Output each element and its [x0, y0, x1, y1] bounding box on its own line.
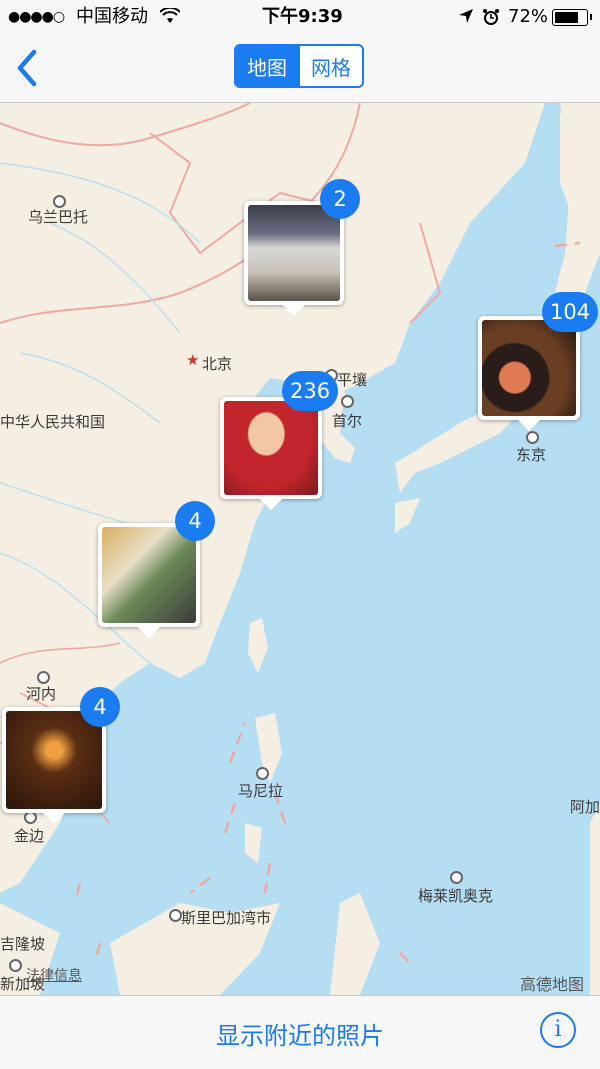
- city-dot: [341, 395, 354, 408]
- status-bar: ●●●●○ 中国移动 下午9:39 72%: [0, 0, 600, 34]
- location-arrow-icon: [459, 9, 473, 23]
- map-label-agana: 阿加: [570, 798, 600, 816]
- battery-percent: 72%: [508, 6, 549, 27]
- map-label-china: 中华人民共和国: [0, 413, 106, 431]
- photo-cluster-north[interactable]: [244, 201, 344, 316]
- map-label-melekeok: 梅莱凯奥克: [418, 887, 494, 905]
- map-label-kualalumpur: 吉隆坡: [0, 935, 46, 953]
- alarm-icon: [483, 9, 499, 25]
- back-chevron-icon[interactable]: [10, 46, 44, 90]
- map-label-manila: 马尼拉: [238, 782, 284, 800]
- city-dot: [9, 959, 22, 972]
- photo-count-badge: 4: [175, 501, 215, 541]
- city-dot: [450, 871, 463, 884]
- city-dot: [256, 767, 269, 780]
- capital-star-icon: ★: [186, 351, 200, 369]
- tab-grid[interactable]: 网格: [298, 46, 362, 86]
- wifi-icon: [160, 8, 180, 23]
- battery-icon: [552, 9, 592, 26]
- bottom-toolbar: 显示附近的照片 i: [0, 995, 600, 1069]
- photo-thumbnail: [224, 401, 318, 495]
- time-label: 下午9:39: [262, 6, 343, 27]
- map-label-pyongyang: 平壤: [337, 371, 368, 389]
- photo-thumbnail: [482, 320, 576, 416]
- carrier-label: 中国移动: [76, 6, 148, 27]
- map-label-seoul: 首尔: [332, 412, 363, 430]
- photo-thumbnail: [248, 205, 340, 301]
- navigation-bar: 地图 网格: [0, 34, 600, 103]
- map-label-phnompenh: 金边: [14, 827, 45, 845]
- show-nearby-photos-button[interactable]: 显示附近的照片: [0, 1016, 600, 1051]
- photo-thumbnail: [102, 527, 196, 623]
- signal-icon: ●●●●○: [8, 9, 65, 25]
- tab-map[interactable]: 地图: [236, 46, 298, 86]
- photo-count-badge: 4: [80, 687, 120, 727]
- legal-link[interactable]: 法律信息: [26, 965, 82, 985]
- map-label-hanoi: 河内: [26, 685, 57, 703]
- photo-cluster-korea[interactable]: [220, 397, 322, 510]
- photo-map[interactable]: 乌兰巴托 ★ 北京 平壤 首尔 中华人民共和国 东京 河内 马尼拉 金边 阿加 …: [0, 103, 600, 995]
- photo-thumbnail: [6, 711, 102, 809]
- map-label-tokyo: 东京: [516, 446, 547, 464]
- view-segmented-control: 地图 网格: [234, 44, 364, 88]
- photo-count-badge: 236: [282, 371, 339, 411]
- city-dot: [526, 431, 539, 444]
- photo-count-badge: 104: [542, 292, 599, 332]
- map-label-ulaanbaatar: 乌兰巴托: [28, 208, 89, 226]
- map-label-beijing: 北京: [202, 355, 233, 373]
- photo-count-badge: 2: [320, 179, 360, 219]
- map-provider-logo: 高德地图: [520, 975, 585, 994]
- info-icon[interactable]: i: [540, 1012, 576, 1048]
- map-label-brunei: 斯里巴加湾市: [181, 909, 272, 927]
